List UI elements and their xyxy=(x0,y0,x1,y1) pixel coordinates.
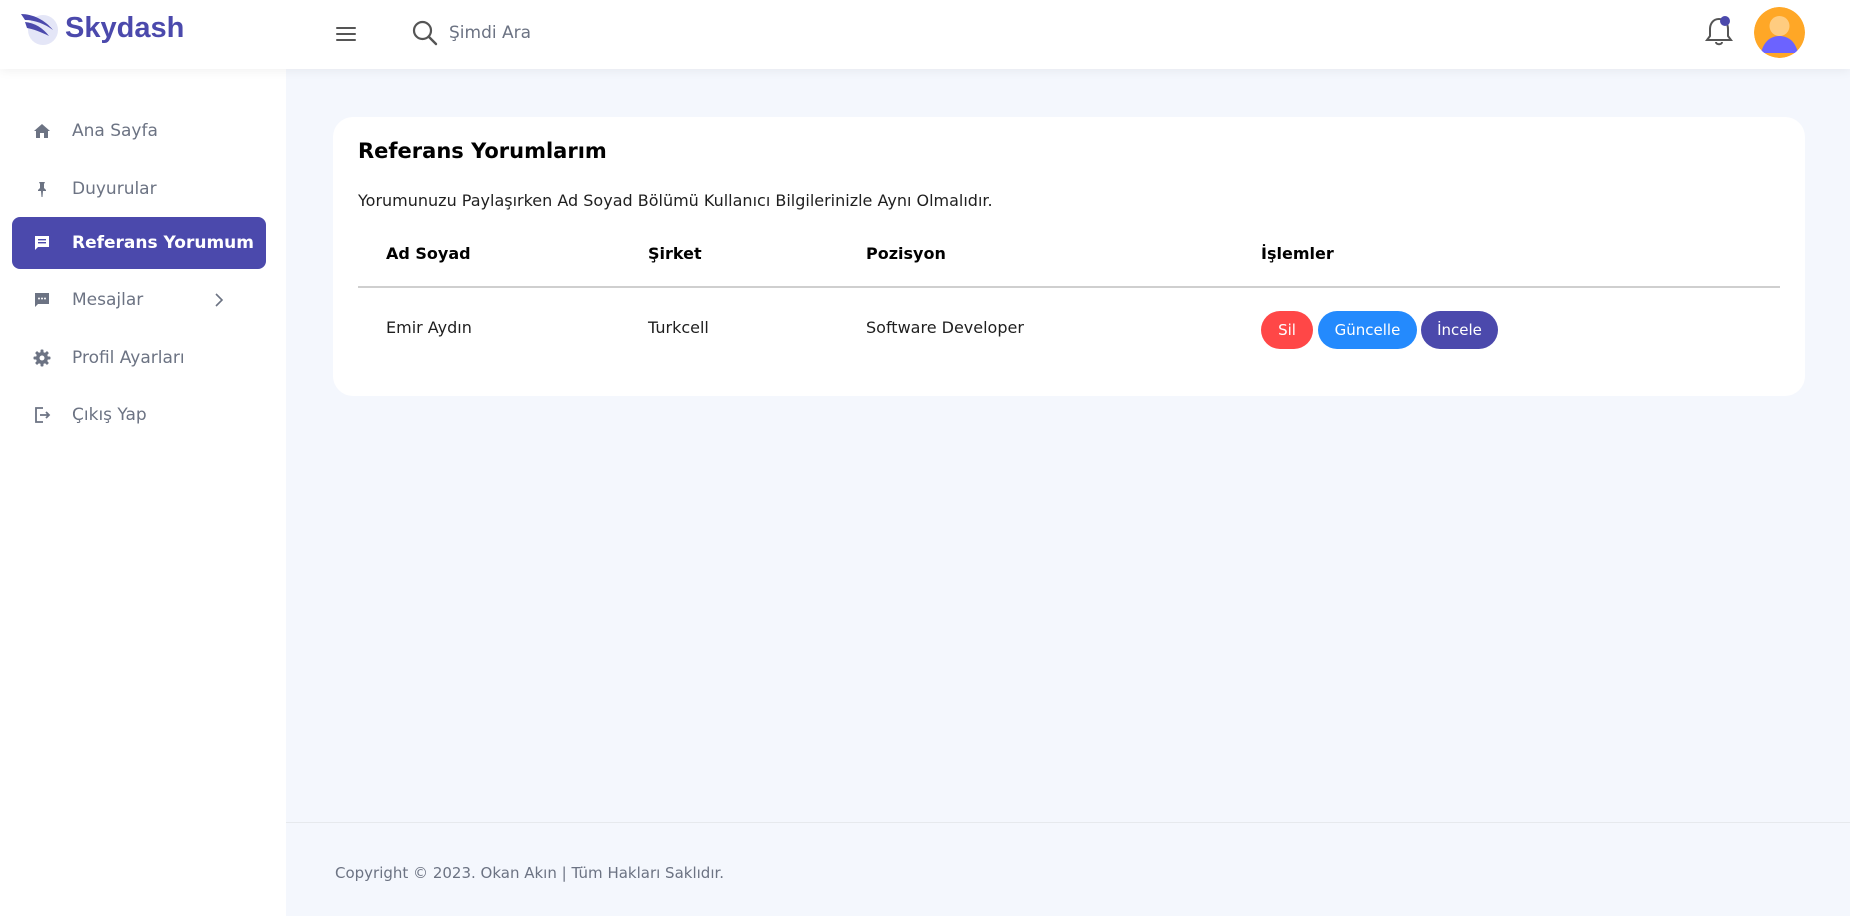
cell-company: Turkcell xyxy=(648,318,709,337)
sidebar-item-profil-ayarlari[interactable]: Profil Ayarları xyxy=(12,332,266,384)
sidebar-item-duyurular[interactable]: Duyurular xyxy=(12,163,266,215)
column-header-sirket: Şirket xyxy=(648,244,702,263)
search-bar xyxy=(411,18,749,48)
view-button[interactable]: İncele xyxy=(1421,311,1498,349)
cell-name: Emir Aydın xyxy=(386,318,472,337)
sidebar-item-ana-sayfa[interactable]: Ana Sayfa xyxy=(12,105,266,157)
column-header-pozisyon: Pozisyon xyxy=(866,244,946,263)
table-header-divider xyxy=(358,286,1780,288)
search-input[interactable] xyxy=(449,18,749,48)
footer: Copyright © 2023. Okan Akın | Tüm Haklar… xyxy=(286,822,1850,916)
brand-name: Skydash xyxy=(65,11,185,44)
message-icon xyxy=(32,290,52,310)
card-description: Yorumunuzu Paylaşırken Ad Soyad Bölümü K… xyxy=(358,191,993,210)
logout-icon xyxy=(32,405,52,425)
sidebar-item-label: Çıkış Yap xyxy=(72,405,147,425)
menu-toggle-icon[interactable] xyxy=(334,22,358,46)
avatar[interactable] xyxy=(1754,7,1805,58)
update-button[interactable]: Güncelle xyxy=(1318,311,1417,349)
sidebar-item-cikis-yap[interactable]: Çıkış Yap xyxy=(12,389,266,441)
logo-icon xyxy=(21,14,58,45)
references-card: Referans Yorumlarım Yorumunuzu Paylaşırk… xyxy=(333,117,1805,396)
search-icon[interactable] xyxy=(411,19,439,47)
brand[interactable]: Skydash xyxy=(19,8,184,48)
delete-button[interactable]: Sil xyxy=(1261,311,1313,349)
gear-icon xyxy=(32,348,52,368)
home-icon xyxy=(32,121,52,141)
sidebar-item-label: Duyurular xyxy=(72,179,157,199)
pin-icon xyxy=(32,179,52,199)
sidebar-item-label: Ana Sayfa xyxy=(72,121,158,141)
column-header-ad-soyad: Ad Soyad xyxy=(386,244,471,263)
copyright-text: Copyright © 2023. Okan Akın | Tüm Haklar… xyxy=(335,864,725,882)
sidebar-item-label: Profil Ayarları xyxy=(72,348,185,368)
comment-icon xyxy=(32,233,52,253)
sidebar-item-label: Referans Yorumum xyxy=(72,233,254,253)
sidebar-item-mesajlar[interactable]: Mesajlar xyxy=(12,274,266,326)
user-avatar-icon xyxy=(1754,7,1805,58)
sidebar-item-referans-yorumum[interactable]: Referans Yorumum xyxy=(12,217,266,269)
chevron-right-icon xyxy=(215,293,224,307)
page-title: Referans Yorumlarım xyxy=(358,139,607,163)
top-navbar: Skydash xyxy=(0,0,1850,69)
notification-bell-icon[interactable] xyxy=(1704,14,1734,48)
sidebar: Ana Sayfa Duyurular Referans Yorumum Mes… xyxy=(0,69,286,916)
sidebar-item-label: Mesajlar xyxy=(72,290,144,310)
column-header-islemler: İşlemler xyxy=(1261,244,1334,263)
cell-position: Software Developer xyxy=(866,318,1024,337)
